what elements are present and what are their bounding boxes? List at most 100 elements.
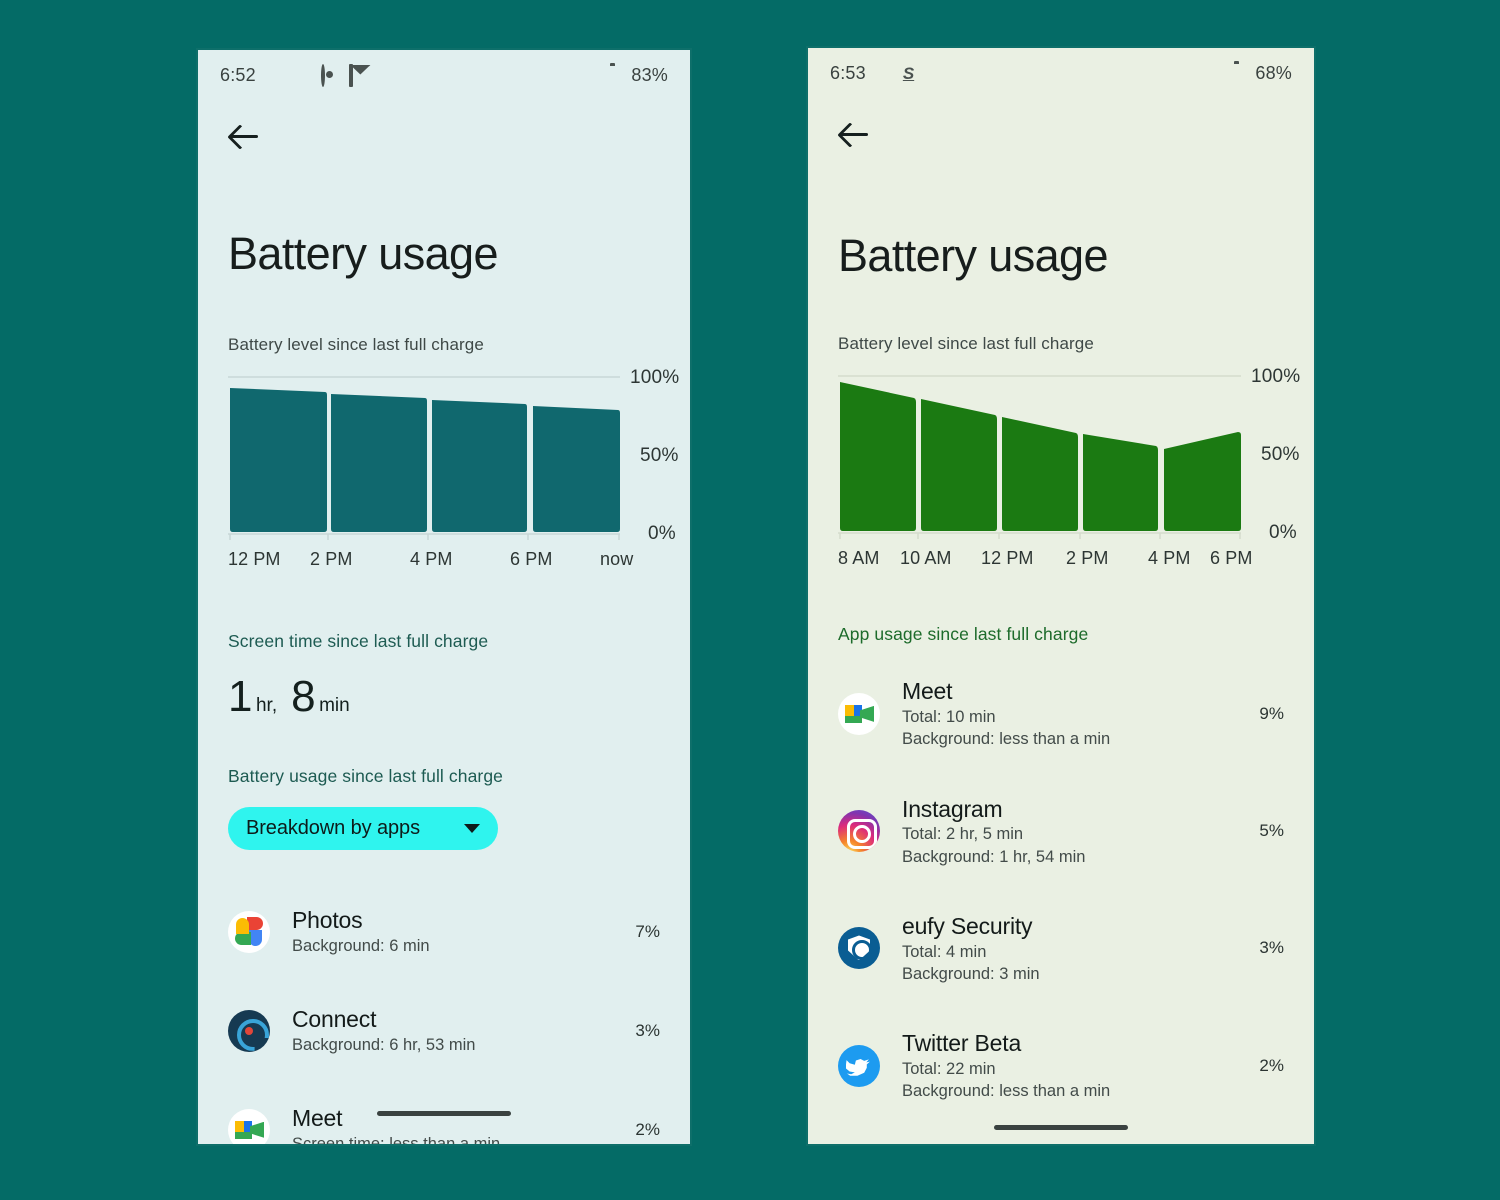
app-info: Twitter Beta Total: 22 min Background: l… bbox=[902, 1029, 1247, 1102]
battery-usage-label: Battery usage since last full charge bbox=[228, 766, 503, 787]
connect-icon bbox=[228, 1009, 270, 1052]
app-info: Instagram Total: 2 hr, 5 min Background:… bbox=[902, 795, 1247, 868]
chart-caption: Battery level since last full charge bbox=[838, 334, 1094, 354]
x-tick-2: 4 PM bbox=[410, 549, 453, 570]
x-tick-1: 10 AM bbox=[900, 548, 952, 569]
app-list-item[interactable]: Twitter Beta Total: 22 min Background: l… bbox=[838, 1007, 1284, 1124]
status-time: 6:53 bbox=[830, 62, 866, 83]
x-tick-0: 12 PM bbox=[228, 549, 281, 570]
app-battery-percent: 9% bbox=[1259, 703, 1284, 723]
app-battery-percent: 2% bbox=[1259, 1055, 1284, 1075]
app-battery-percent: 5% bbox=[1259, 821, 1284, 841]
app-info: Connect Background: 6 hr, 53 min bbox=[292, 1005, 623, 1056]
battery-icon bbox=[1230, 64, 1249, 83]
screen-time-label: Screen time since last full charge bbox=[228, 631, 489, 652]
dot-icon bbox=[377, 66, 396, 85]
app-list-item[interactable]: eufy Security Total: 4 min Background: 3… bbox=[838, 890, 1284, 1007]
battery-level-chart: 100% 50% 0% 8 AM 10 AM 12 PM 2 PM 4 PM 6… bbox=[838, 366, 1300, 574]
x-axis-labels: 12 PM 2 PM 4 PM 6 PM now bbox=[228, 549, 660, 575]
app-detail-line: Total: 4 min bbox=[902, 942, 987, 961]
app-detail-line: Background: less than a min bbox=[902, 730, 1111, 749]
x-tick-4: 4 PM bbox=[1148, 548, 1191, 569]
app-battery-percent: 7% bbox=[635, 921, 660, 941]
bee-icon bbox=[293, 66, 312, 85]
globe-icon bbox=[931, 64, 950, 83]
status-bar-left-icons: 6:52 bbox=[220, 63, 396, 87]
app-battery-percent: 2% bbox=[635, 1119, 660, 1139]
status-bar-right-icons: 83% bbox=[581, 65, 668, 86]
app-detail-line: Background: 3 min bbox=[902, 964, 1040, 983]
screen-content-right: Battery usage Battery level since last f… bbox=[808, 98, 1314, 1124]
page-title: Battery usage bbox=[838, 230, 1108, 281]
home-indicator[interactable] bbox=[994, 1125, 1128, 1130]
x-tick-4: now bbox=[600, 549, 634, 570]
app-list-item[interactable]: Connect Background: 6 hr, 53 min 3% bbox=[228, 981, 660, 1080]
app-name: Connect bbox=[292, 1006, 377, 1033]
app-info: eufy Security Total: 4 min Background: 3… bbox=[902, 912, 1247, 985]
instagram-icon bbox=[838, 810, 880, 853]
s-icon: S bbox=[902, 63, 915, 83]
app-name: eufy Security bbox=[902, 912, 1033, 939]
comparison-stage: 6:52 83% Battery usage Battery level sin… bbox=[0, 0, 1500, 1200]
top-app-bar bbox=[228, 100, 660, 172]
wifi-icon bbox=[1180, 64, 1199, 83]
y-tick-50: 50% bbox=[1261, 444, 1300, 466]
page-title: Battery usage bbox=[228, 228, 498, 279]
breakdown-dropdown[interactable]: Breakdown by apps bbox=[228, 807, 498, 851]
app-name: Instagram bbox=[902, 795, 1003, 822]
battery-icon bbox=[606, 66, 625, 85]
screen-time-value: 1 hr, 8 min bbox=[228, 672, 660, 722]
top-app-bar bbox=[838, 98, 1284, 170]
app-battery-percent: 3% bbox=[1259, 938, 1284, 958]
status-time: 6:52 bbox=[220, 64, 256, 85]
shield-icon bbox=[875, 64, 894, 83]
x-tick-0: 8 AM bbox=[838, 548, 880, 569]
y-tick-0: 0% bbox=[1269, 522, 1297, 544]
app-usage-label: App usage since last full charge bbox=[838, 624, 1089, 645]
screen-time-hours-unit: hr, bbox=[255, 695, 278, 717]
app-list-item[interactable]: Photos Background: 6 min 7% bbox=[228, 882, 660, 981]
phone-screenshot-right: 6:53 S 68% Battery usage Battery level s… bbox=[806, 46, 1316, 1146]
twitter-icon bbox=[838, 1044, 880, 1087]
y-tick-50: 50% bbox=[640, 445, 679, 467]
screen-time-minutes-unit: min bbox=[319, 695, 350, 717]
chevron-down-icon bbox=[464, 824, 480, 834]
app-detail-line: Screen time: less than a min bbox=[292, 1135, 501, 1146]
x-tick-5: 6 PM bbox=[1210, 548, 1253, 569]
wifi-icon bbox=[581, 66, 600, 85]
status-bar-left: 6:52 83% bbox=[198, 50, 690, 100]
app-name: Meet bbox=[902, 678, 953, 705]
app-usage-list-right: Meet Total: 10 min Background: less than… bbox=[838, 655, 1284, 1124]
meet-icon bbox=[228, 1108, 270, 1144]
photos-icon bbox=[228, 910, 270, 953]
app-list-item[interactable]: Instagram Total: 2 hr, 5 min Background:… bbox=[838, 773, 1284, 890]
app-info: Meet Total: 10 min Background: less than… bbox=[902, 677, 1247, 750]
home-indicator[interactable] bbox=[377, 1111, 511, 1116]
screen-time-hours: 1 bbox=[228, 672, 252, 722]
ring-icon bbox=[320, 63, 340, 87]
app-detail-line: Total: 22 min bbox=[902, 1059, 996, 1078]
app-detail-line: Background: less than a min bbox=[902, 1082, 1111, 1101]
battery-level-chart: 100% 50% 0% 12 PM 2 PM 4 PM 6 PM now bbox=[228, 367, 679, 575]
battery-level-chart-svg bbox=[228, 376, 620, 541]
chart-caption: Battery level since last full charge bbox=[228, 335, 484, 355]
x-tick-3: 6 PM bbox=[510, 549, 553, 570]
back-arrow-icon[interactable] bbox=[838, 117, 872, 151]
status-bar-right-icons: 68% bbox=[1180, 63, 1292, 84]
status-bar-left-icons: 6:53 S bbox=[830, 63, 950, 84]
battery-level-chart-svg bbox=[838, 375, 1241, 540]
y-tick-100: 100% bbox=[1251, 366, 1301, 388]
app-name: Photos bbox=[292, 907, 363, 934]
back-arrow-icon[interactable] bbox=[228, 119, 262, 153]
eufy-icon bbox=[838, 927, 880, 970]
x-tick-3: 2 PM bbox=[1066, 548, 1109, 569]
app-list-item[interactable]: Meet Total: 10 min Background: less than… bbox=[838, 655, 1284, 772]
app-detail-line: Background: 1 hr, 54 min bbox=[902, 847, 1086, 866]
app-info: Photos Background: 6 min bbox=[292, 906, 623, 957]
y-tick-100: 100% bbox=[630, 367, 680, 389]
y-tick-0: 0% bbox=[648, 523, 676, 545]
app-detail-line: Background: 6 hr, 53 min bbox=[292, 1036, 476, 1055]
app-name: Twitter Beta bbox=[902, 1030, 1022, 1057]
x-axis-labels: 8 AM 10 AM 12 PM 2 PM 4 PM 6 PM bbox=[838, 548, 1284, 574]
app-battery-percent: 3% bbox=[635, 1020, 660, 1040]
